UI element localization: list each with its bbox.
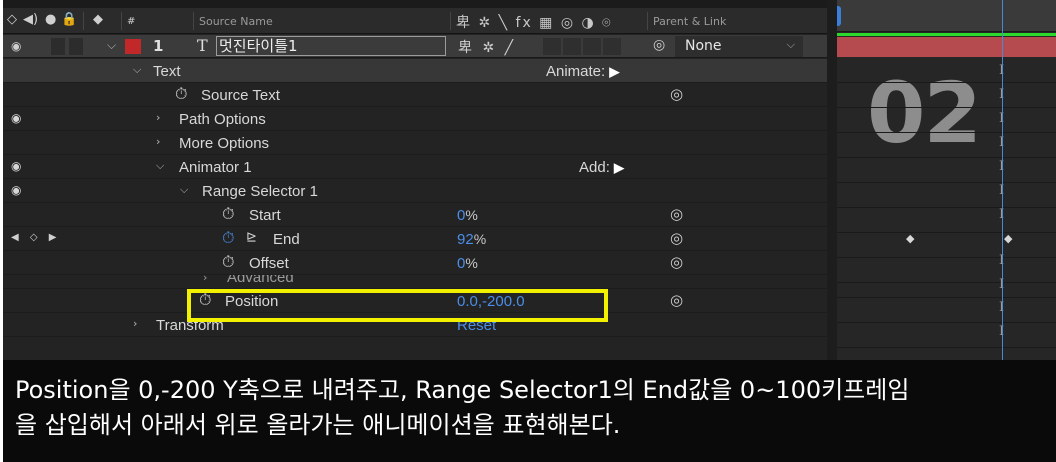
layer-row[interactable]: ◉ ⌵ 1 T 멋진타이틀1 卑 ✲ ╱ ◎ None ⌵ xyxy=(3,35,827,58)
expression-pick-icon[interactable]: ◎ xyxy=(670,253,683,271)
chevron-down-icon[interactable]: ⌵ xyxy=(133,63,141,77)
source-text-row[interactable]: ⏱ Source Text ◎ xyxy=(3,83,827,107)
chevron-down-icon[interactable]: ⌵ xyxy=(107,38,116,53)
text-group-label: Text xyxy=(153,63,181,80)
chevron-right-icon[interactable]: › xyxy=(203,275,207,284)
stopwatch-icon[interactable]: ⏱ xyxy=(175,84,187,104)
more-options-row[interactable]: › More Options xyxy=(3,131,827,155)
timeline-area[interactable]: 02 I I I I I I I I I I I ◆ ◆ xyxy=(837,0,1056,360)
text-layer-icon: T xyxy=(197,36,208,55)
expression-pick-icon[interactable]: ◎ xyxy=(670,291,683,309)
chevron-right-icon[interactable]: › xyxy=(133,317,137,330)
offset-value[interactable]: 0% xyxy=(457,255,478,272)
parent-link-header[interactable]: Parent & Link xyxy=(653,15,726,28)
layer-name[interactable]: 멋진타이틀1 xyxy=(216,36,446,56)
stopwatch-icon[interactable]: ⏱ xyxy=(222,252,234,272)
layer-index: 1 xyxy=(153,37,164,55)
expression-pick-icon[interactable]: ◎ xyxy=(670,85,683,103)
start-value[interactable]: 0% xyxy=(457,207,478,224)
keyframe-diamond[interactable]: ◆ xyxy=(906,232,914,245)
parent-dropdown[interactable]: None ⌵ xyxy=(675,36,803,57)
hash-icon: # xyxy=(127,16,136,27)
keyframe-diamond[interactable]: ◆ xyxy=(1004,232,1012,245)
position-highlight-box xyxy=(187,289,608,322)
keyframe-navigator[interactable]: ◀ ◇ ▶ xyxy=(11,232,60,243)
layer-color-label[interactable] xyxy=(125,39,141,54)
text-group-row[interactable]: ⌵ Text Animate: ▶ xyxy=(3,59,827,83)
path-options-row[interactable]: ◉ › Path Options xyxy=(3,107,827,131)
animator-row[interactable]: ◉ ⌵ Animator 1 Add: ▶ xyxy=(3,155,827,179)
caption-line-2: 을 삽입해서 아래서 위로 올라가는 애니메이션을 표현해본다. xyxy=(15,411,621,439)
top-strip xyxy=(3,0,827,8)
eye-icon[interactable]: ◉ xyxy=(11,39,21,53)
range-selector-row[interactable]: ◉ ⌵ Range Selector 1 xyxy=(3,179,827,203)
start-row[interactable]: ⏱ Start 0% ◎ xyxy=(3,203,827,227)
chevron-down-icon: ⌵ xyxy=(786,38,795,51)
label-tag-icon[interactable]: ◆ xyxy=(93,13,103,27)
work-area-bar xyxy=(837,33,1056,36)
switches-header: 卑 ✲ ╲ fx ▦ ◎ ◑ ⌾ xyxy=(456,15,613,31)
work-area-handle[interactable] xyxy=(837,6,841,26)
end-value[interactable]: 92% xyxy=(457,231,486,248)
caption-line-1: Position을 0,-200 Y축으로 내려주고, Range Select… xyxy=(15,376,910,404)
expression-pick-icon[interactable]: ◎ xyxy=(670,205,683,223)
stopwatch-icon[interactable]: ⏱ xyxy=(222,204,234,224)
stopwatch-icon[interactable]: ⏱ xyxy=(222,228,234,248)
offset-row[interactable]: ⏱ Offset 0% ◎ xyxy=(3,251,827,275)
source-name-header[interactable]: Source Name xyxy=(199,15,273,28)
screenshot-frame: ◇ ◀) ● 🔒 ◆ # Source Name 卑 ✲ ╲ fx ▦ ◎ ◑ … xyxy=(0,0,1056,462)
graph-icon[interactable]: ⊵ xyxy=(246,230,257,245)
eye-icon[interactable]: ◉ xyxy=(11,159,21,173)
solo-icon[interactable]: ● xyxy=(45,13,56,27)
chevron-down-icon[interactable]: ⌵ xyxy=(156,159,164,173)
chevron-right-icon[interactable]: › xyxy=(156,111,160,124)
advanced-row[interactable]: › Advanced xyxy=(3,275,827,289)
caption-box: Position을 0,-200 Y축으로 내려주고, Range Select… xyxy=(3,360,1056,462)
chevron-right-icon[interactable]: › xyxy=(156,135,160,148)
layer-duration-bar[interactable] xyxy=(837,37,1056,57)
expression-pick-icon[interactable]: ◎ xyxy=(670,229,683,247)
lock-icon[interactable]: 🔒 xyxy=(61,13,77,27)
layer-switches[interactable]: 卑 ✲ ╱ xyxy=(458,37,516,57)
end-row[interactable]: ◀ ◇ ▶ ⏱ ⊵ End 92% ◎ xyxy=(3,227,827,251)
column-header: ◇ ◀) ● 🔒 ◆ # Source Name 卑 ✲ ╲ fx ▦ ◎ ◑ … xyxy=(3,8,827,34)
add-menu[interactable]: Add: ▶ xyxy=(579,159,624,176)
eye-icon[interactable]: ◉ xyxy=(11,111,21,125)
audio-icon[interactable]: ◀) xyxy=(23,13,38,27)
time-ruler[interactable] xyxy=(837,0,1056,32)
animate-menu[interactable]: Animate: ▶ xyxy=(546,63,619,80)
pick-whip-icon[interactable]: ◎ xyxy=(653,37,665,53)
timeline-panel: ◇ ◀) ● 🔒 ◆ # Source Name 卑 ✲ ╲ fx ▦ ◎ ◑ … xyxy=(3,0,1056,360)
eye-icon[interactable]: ◉ xyxy=(11,183,21,197)
chevron-down-icon[interactable]: ⌵ xyxy=(180,183,188,197)
video-visibility-icon[interactable]: ◇ xyxy=(7,13,17,27)
current-time-indicator[interactable] xyxy=(1002,0,1003,360)
